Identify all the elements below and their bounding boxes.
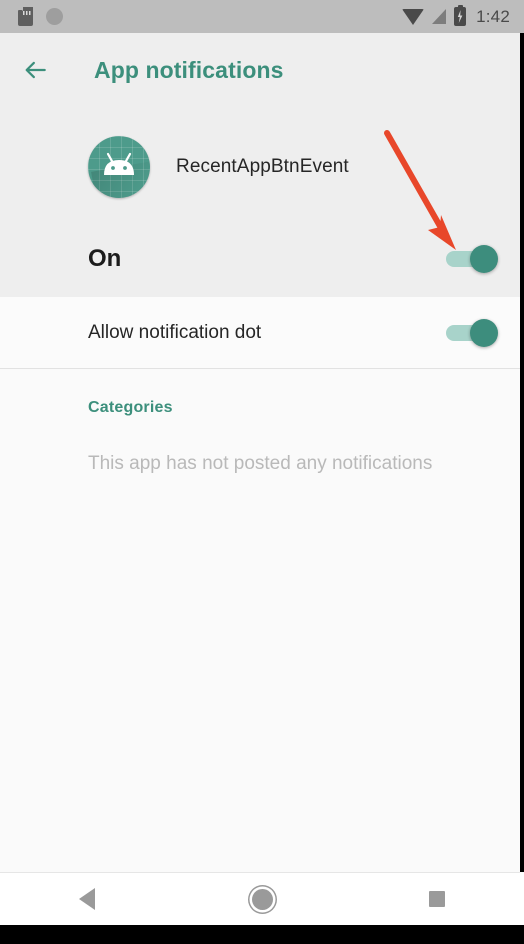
nav-back-button[interactable] xyxy=(0,873,175,925)
toggle-thumb xyxy=(470,318,498,347)
master-notification-toggle-row[interactable]: On xyxy=(0,221,520,297)
bottom-black-bar xyxy=(0,925,524,944)
android-app-notifications-screen: 1:42 App notifications RecentAppBtnEvent… xyxy=(0,0,524,944)
system-navigation-bar xyxy=(0,873,524,925)
allow-notification-dot-row[interactable]: Allow notification dot xyxy=(0,297,520,368)
app-bar: App notifications xyxy=(0,33,524,107)
back-arrow-icon[interactable] xyxy=(8,42,64,98)
square-recents-icon xyxy=(428,891,445,907)
page-title: App notifications xyxy=(94,56,284,83)
sd-card-icon xyxy=(18,7,33,26)
status-bar-left-icons xyxy=(18,7,63,26)
triangle-back-icon xyxy=(79,888,96,910)
app-name-label: RecentAppBtnEvent xyxy=(176,156,349,177)
nav-home-button[interactable] xyxy=(175,873,350,925)
app-header-block: RecentAppBtnEvent On xyxy=(0,107,520,297)
wifi-icon xyxy=(402,8,425,25)
screen-right-edge xyxy=(520,33,524,872)
battery-charging-icon xyxy=(454,4,467,26)
circle-home-icon xyxy=(251,888,273,910)
master-notification-toggle[interactable] xyxy=(446,245,498,273)
status-bar: 1:42 xyxy=(0,0,524,33)
allow-notification-dot-toggle[interactable] xyxy=(446,318,498,347)
master-toggle-label: On xyxy=(88,245,122,272)
categories-empty-message: This app has not posted any notification… xyxy=(88,453,433,474)
nav-recents-button[interactable] xyxy=(349,873,524,925)
cellular-signal-icon xyxy=(432,9,447,24)
allow-notification-dot-label: Allow notification dot xyxy=(88,321,262,343)
categories-heading: Categories xyxy=(88,399,173,416)
circle-icon xyxy=(46,8,63,25)
app-identity-row: RecentAppBtnEvent xyxy=(0,127,520,207)
android-app-icon xyxy=(88,136,150,198)
categories-section: Categories This app has not posted any n… xyxy=(0,369,520,872)
status-bar-right-icons: 1:42 xyxy=(402,4,510,27)
toggle-thumb xyxy=(470,245,498,273)
status-bar-clock: 1:42 xyxy=(476,6,510,26)
